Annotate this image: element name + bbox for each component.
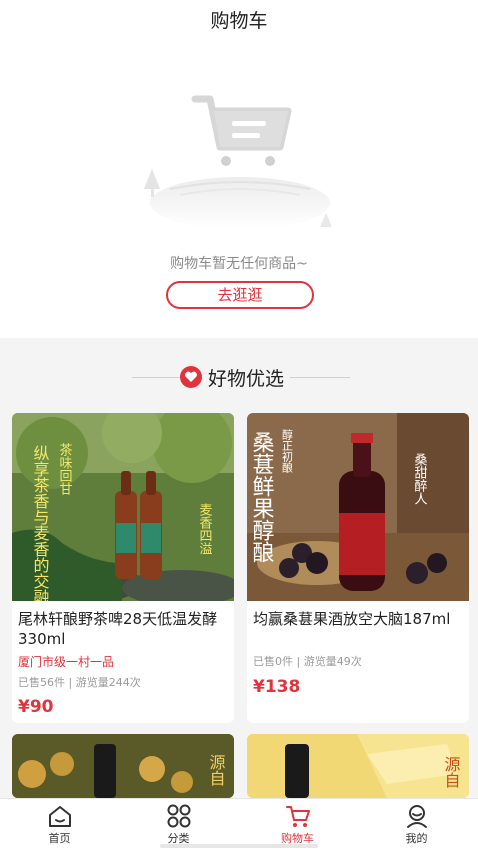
product-stats: 已售56件 | 游览量244次 [18,676,141,689]
go-shopping-button[interactable]: 去逛逛 [166,281,314,309]
product-card-partial[interactable]: 源自 [247,734,469,798]
heart-icon [180,366,202,388]
product-tag: 厦门市级一村一品 [18,655,115,669]
product-card-partial[interactable]: 源自 [12,734,234,798]
product-price: ¥90 [18,697,54,717]
divider-right [290,377,350,378]
image-caption-b: 茶味回甘 [57,442,73,495]
product-image: 源自 [12,734,234,798]
product-card[interactable]: 桑葚鲜果醇酿 醇正初酿 桑甜醉人 均赢桑葚果酒放空大脑187ml 已售0件 | … [247,413,469,723]
image-caption: 源自 [442,756,461,788]
product-image: 源自 [247,734,469,798]
product-card[interactable]: 纵享茶香与麦香的交融 茶味回甘 麦香四溢 尾林轩酿野茶啤28天低温发酵330ml… [12,413,234,723]
tab-profile[interactable]: 我的 [357,799,476,851]
image-caption-c: 桑甜醉人 [412,453,428,505]
image-caption-b: 醇正初酿 [281,428,294,474]
product-image: 纵享茶香与麦香的交融 茶味回甘 麦香四溢 [12,413,234,601]
home-icon [49,806,71,827]
recommend-title: 好物优选 [208,367,285,390]
product-name: 均赢桑葚果酒放空大脑187ml [253,610,451,628]
page-title: 购物车 [210,10,268,32]
product-price: ¥138 [253,677,301,697]
empty-cart-message: 购物车暂无任何商品~ [170,256,308,272]
recommend-header: 好物优选 [0,362,478,392]
profile-icon [407,805,427,828]
category-icon [167,804,191,828]
product-name: 尾林轩酿野茶啤28天低温发酵330ml [18,610,218,648]
product-image: 桑葚鲜果醇酿 醇正初酿 桑甜醉人 [247,413,469,601]
cart-icon [286,806,310,827]
tab-label: 首页 [48,832,71,845]
image-caption-a: 纵享茶香与麦香的交融 [31,445,50,601]
image-caption-a: 桑葚鲜果醇酿 [249,431,275,563]
tab-label: 我的 [405,832,428,845]
recommend-section: 好物优选 纵享茶香与麦香的交融 茶味回甘 麦香四溢 尾林轩酿野茶啤28天低温发酵… [0,338,478,798]
image-caption-c: 麦香四溢 [197,503,213,555]
product-stats: 已售0件 | 游览量49次 [253,655,362,668]
cart-empty-area: 购物车 购物车暂无任何商品~ 去逛逛 [0,0,478,338]
tab-home[interactable]: 首页 [0,799,119,851]
image-caption: 源自 [207,754,226,786]
empty-cart-illustration [144,95,332,229]
home-indicator [160,844,318,848]
